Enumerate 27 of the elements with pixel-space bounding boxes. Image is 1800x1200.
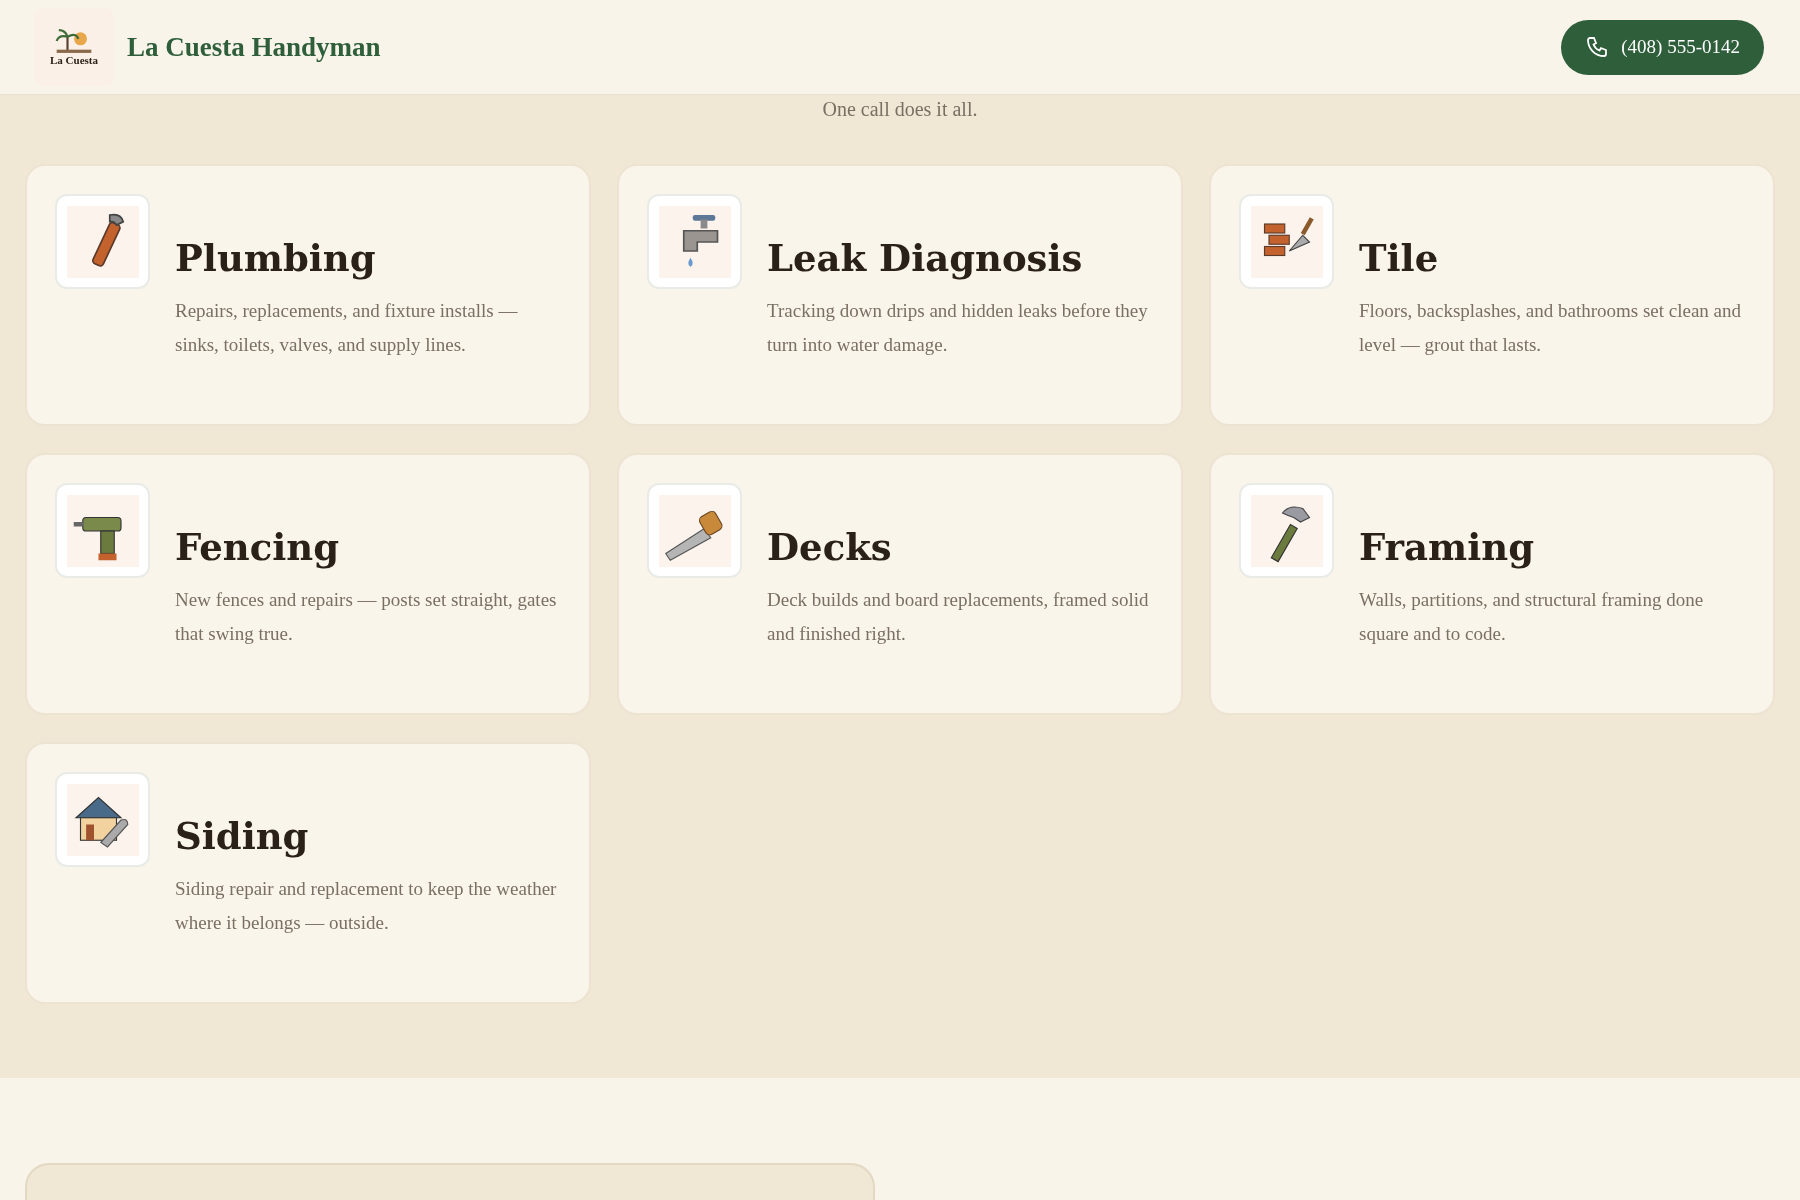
house-wrench-icon [66, 783, 139, 856]
service-description: Floors, backsplashes, and bathrooms set clean and level — grout that lasts. [1359, 299, 1743, 357]
service-description: Deck builds and board replacements, framed solid and finished right. [767, 588, 1150, 646]
service-title: Fencing [175, 525, 341, 569]
service-title: Plumbing [175, 236, 377, 280]
service-description: Tracking down drips and hidden leaks before they turn into water damage. [767, 299, 1149, 357]
hand-saw-icon [658, 494, 731, 567]
hammer-icon [1250, 494, 1323, 567]
service-description: Walls, partitions, and structural framing done square and to code. [1359, 588, 1705, 646]
section-subtitle: One call does it all. [821, 97, 979, 121]
phone-button[interactable]: (408) 555-0142 [1561, 19, 1764, 75]
power-drill-icon [66, 494, 139, 567]
service-description: Siding repair and replacement to keep the weather where it belongs — outside. [175, 877, 558, 935]
brick-trowel-icon [1250, 205, 1323, 278]
faucet-icon [658, 205, 731, 278]
brand-name[interactable]: La Cuesta Handyman [127, 26, 381, 68]
service-title: Leak Diagnosis [767, 236, 1084, 280]
service-title: Tile [1359, 236, 1440, 280]
pipe-wrench-icon [66, 205, 139, 278]
logo[interactable]: La Cuesta [35, 8, 113, 86]
logo-text: La Cuesta [50, 54, 98, 66]
phone-icon [1585, 35, 1610, 59]
service-title: Framing [1359, 525, 1536, 569]
service-title: Decks [767, 525, 893, 569]
service-description: New fences and repairs — posts set straight, gates that swing true. [175, 588, 558, 646]
service-title: Siding [175, 814, 310, 858]
service-description: Repairs, replacements, and fixture installs — sinks, toilets, valves, and supply lines. [175, 299, 519, 357]
